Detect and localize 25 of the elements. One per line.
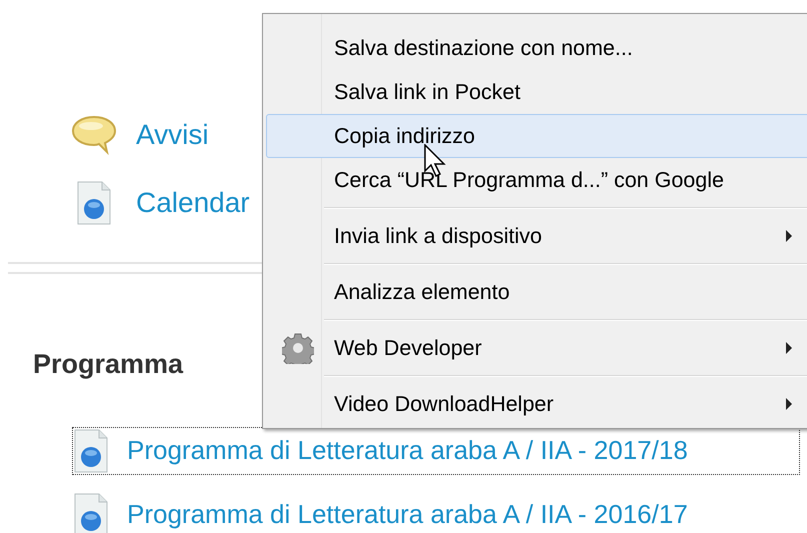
menu-item-label: Cerca “URL Programma d...” con Google — [334, 166, 724, 194]
menu-item-label: Video DownloadHelper — [334, 390, 554, 418]
menu-item[interactable]: Invia link a dispositivo — [266, 214, 807, 258]
menu-item-label: Salva link in Pocket — [334, 78, 520, 106]
menu-item-label: Invia link a dispositivo — [334, 222, 542, 250]
document-link[interactable]: Programma di Letteratura araba A / IIA - 2016/17 — [127, 495, 688, 533]
page-link[interactable]: Avvisi — [136, 114, 209, 156]
menu-item[interactable]: Web Developer — [266, 326, 807, 370]
menu-item[interactable]: Cerca “URL Programma d...” con Google — [266, 158, 807, 202]
menu-item[interactable]: Analizza elemento — [266, 270, 807, 314]
menu-item-label: Web Developer — [334, 334, 482, 362]
menu-item-label: Analizza elemento — [334, 278, 510, 306]
document-link[interactable]: Programma di Letteratura araba A / IIA - 2017/18 — [127, 431, 688, 470]
menu-item-label: Salva destinazione con nome... — [334, 34, 633, 62]
menu-item-label: Copia indirizzo — [334, 122, 476, 150]
page-link[interactable]: Calendar — [136, 182, 250, 224]
web-document-icon — [73, 428, 109, 472]
web-document-icon — [73, 492, 109, 533]
menu-item[interactable]: Salva destinazione con nome... — [266, 26, 807, 70]
speech-bubble-icon — [71, 115, 117, 155]
section-title: Programma — [33, 348, 184, 381]
menu-item[interactable]: Salva link in Pocket — [266, 70, 807, 114]
web-document-icon — [76, 181, 112, 225]
menu-item[interactable]: Video DownloadHelper — [266, 382, 807, 426]
menu-item[interactable]: Copia indirizzo — [266, 114, 807, 158]
